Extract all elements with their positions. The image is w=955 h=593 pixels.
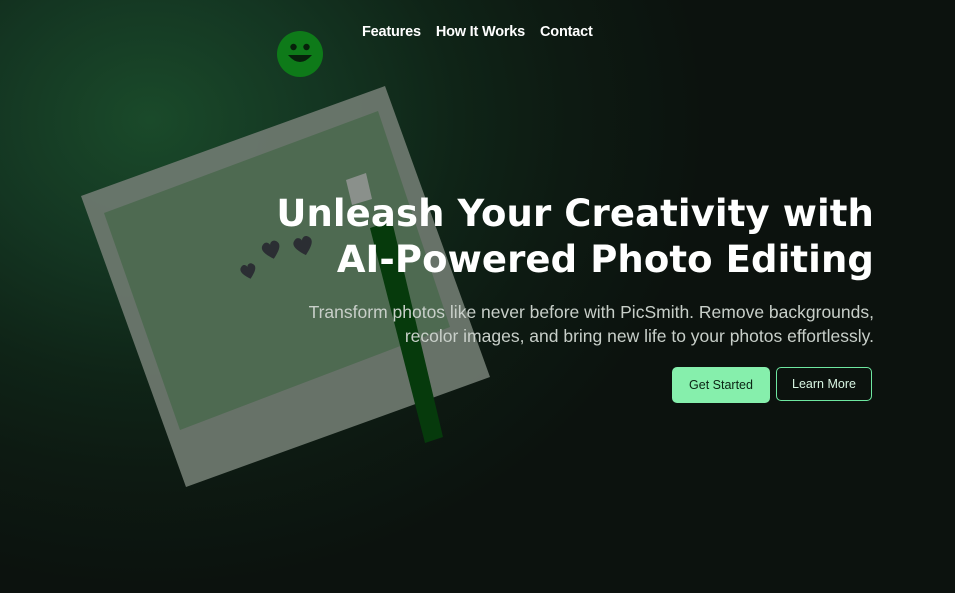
hero-subtitle: Transform photos like never before with … xyxy=(254,300,874,348)
hero-title-line-2: AI-Powered Photo Editing xyxy=(336,238,874,281)
hero-title: Unleash Your Creativity with AI-Powered … xyxy=(234,191,874,283)
polaroid-illustration xyxy=(81,86,490,487)
hero-subtitle-line-1: Transform photos like never before with … xyxy=(308,302,874,322)
smiley-face-icon[interactable] xyxy=(276,30,324,78)
nav-contact[interactable]: Contact xyxy=(540,24,593,40)
get-started-button[interactable]: Get Started xyxy=(672,367,770,403)
hero-title-line-1: Unleash Your Creativity with xyxy=(276,192,874,235)
learn-more-button[interactable]: Learn More xyxy=(776,367,872,401)
hero-subtitle-line-2: recolor images, and bring new life to yo… xyxy=(404,326,874,346)
top-nav: Features How It Works Contact xyxy=(362,24,593,40)
nav-features[interactable]: Features xyxy=(362,24,421,40)
nav-how-it-works[interactable]: How It Works xyxy=(436,24,525,40)
